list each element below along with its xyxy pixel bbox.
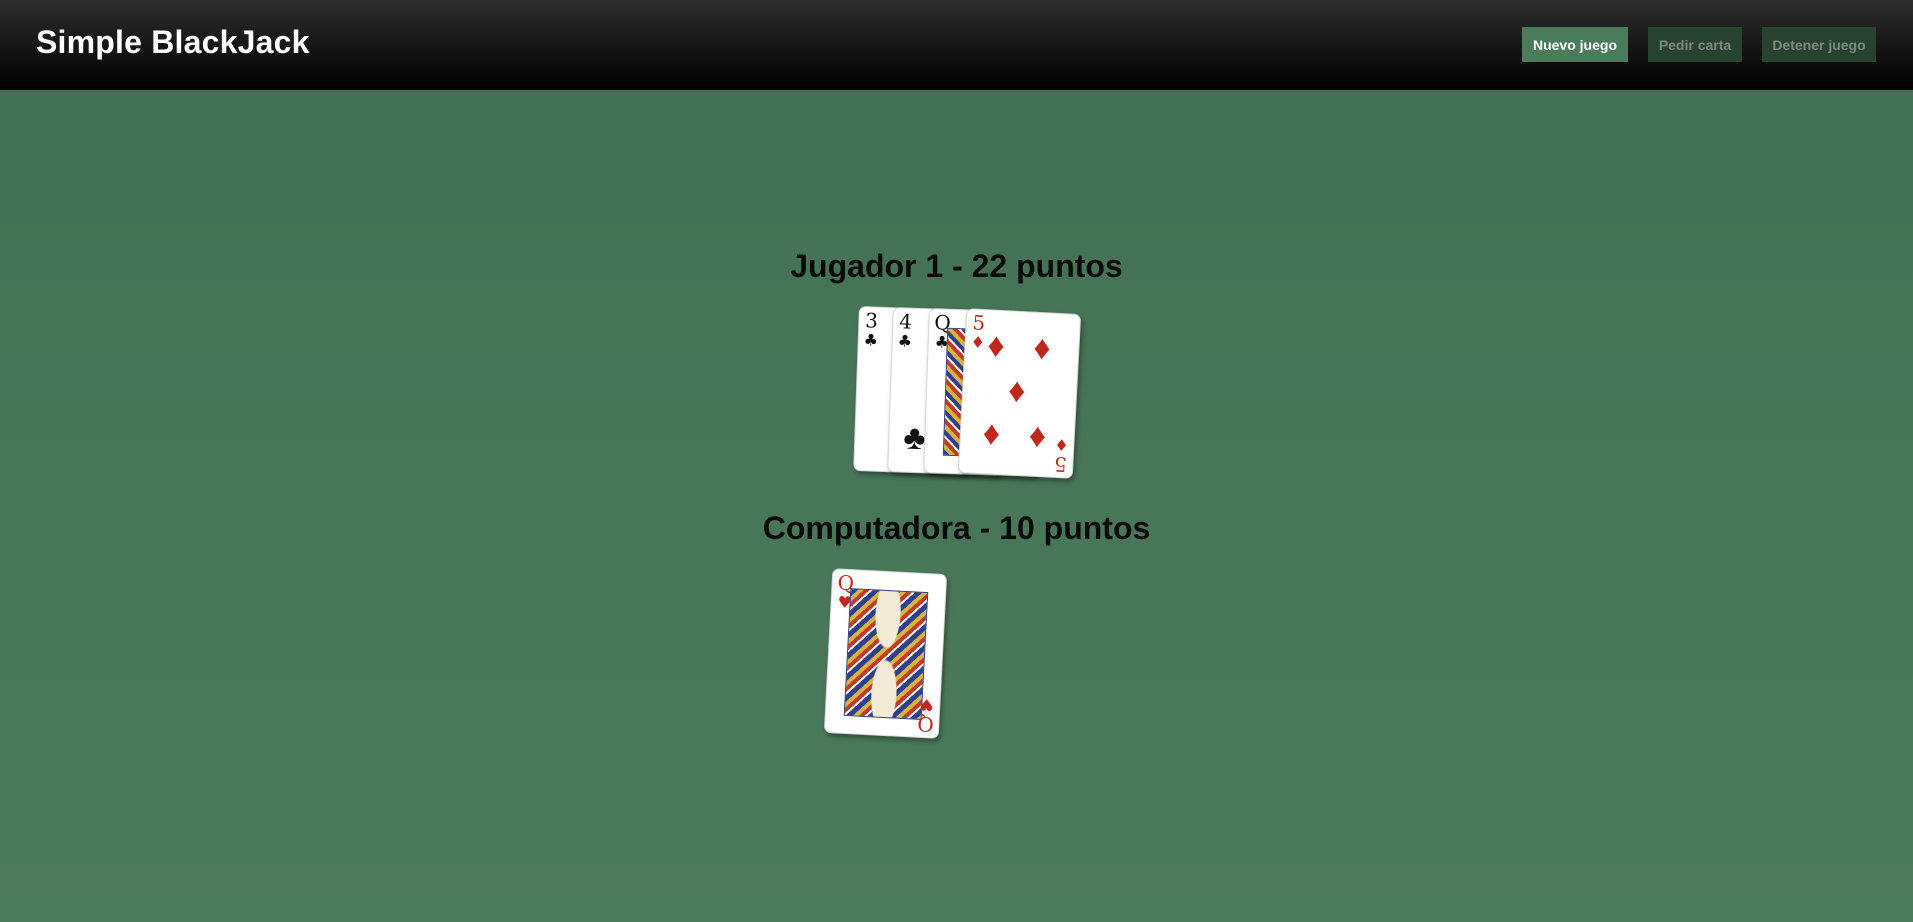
diamonds-icon: ♦ (1027, 416, 1048, 456)
clubs-icon: ♣ (897, 331, 913, 351)
queen-face-art (843, 588, 929, 720)
diamonds-icon: ♦ (981, 414, 1002, 454)
card-rank: 5 (971, 310, 986, 336)
card-rank: 3 (864, 308, 879, 333)
card-corner-bottom: 5 ♦ (1052, 434, 1069, 477)
hearts-icon: ♥ (918, 694, 934, 715)
clubs-icon: ♣ (863, 330, 879, 350)
card-rank: 5 (1053, 451, 1068, 477)
card-corner: 3 ♣ (863, 308, 879, 350)
card-corner-bottom: Q ♥ (916, 694, 934, 737)
card-rank: 4 (898, 309, 913, 334)
diamonds-icon: ♦ (1007, 371, 1027, 411)
new-game-button[interactable]: Nuevo juego (1522, 27, 1628, 62)
stop-game-button[interactable]: Detener juego (1762, 27, 1876, 62)
card-corner: 5 ♦ (970, 310, 986, 353)
player-score-heading: Jugador 1 - 22 puntos (790, 248, 1123, 284)
player-hand: 3 ♣ 4 ♣ ♣ Q ♣ 5 ♦ ♦ ♦ ♦ ♦ ♦ 5 ♦ (0, 0, 1913, 922)
hit-button[interactable]: Pedir carta (1648, 27, 1742, 62)
card-corner: 4 ♣ (897, 309, 913, 351)
player-card-4: 5 ♦ ♦ ♦ ♦ ♦ ♦ 5 ♦ (957, 308, 1082, 479)
diamonds-icon: ♦ (1032, 328, 1052, 368)
diamonds-icon: ♦ (1053, 434, 1069, 455)
computer-score-heading: Computadora - 10 puntos (762, 510, 1151, 546)
diamonds-icon: ♦ (970, 332, 986, 353)
navbar: Simple BlackJack Nuevo juego Pedir carta… (0, 0, 1913, 90)
card-rank: Q (916, 711, 934, 737)
computer-card-1: Q ♥ Q ♥ (823, 568, 948, 739)
clubs-icon: ♣ (902, 418, 927, 458)
diamonds-icon: ♦ (986, 326, 1006, 366)
app-title: Simple BlackJack (36, 24, 310, 60)
